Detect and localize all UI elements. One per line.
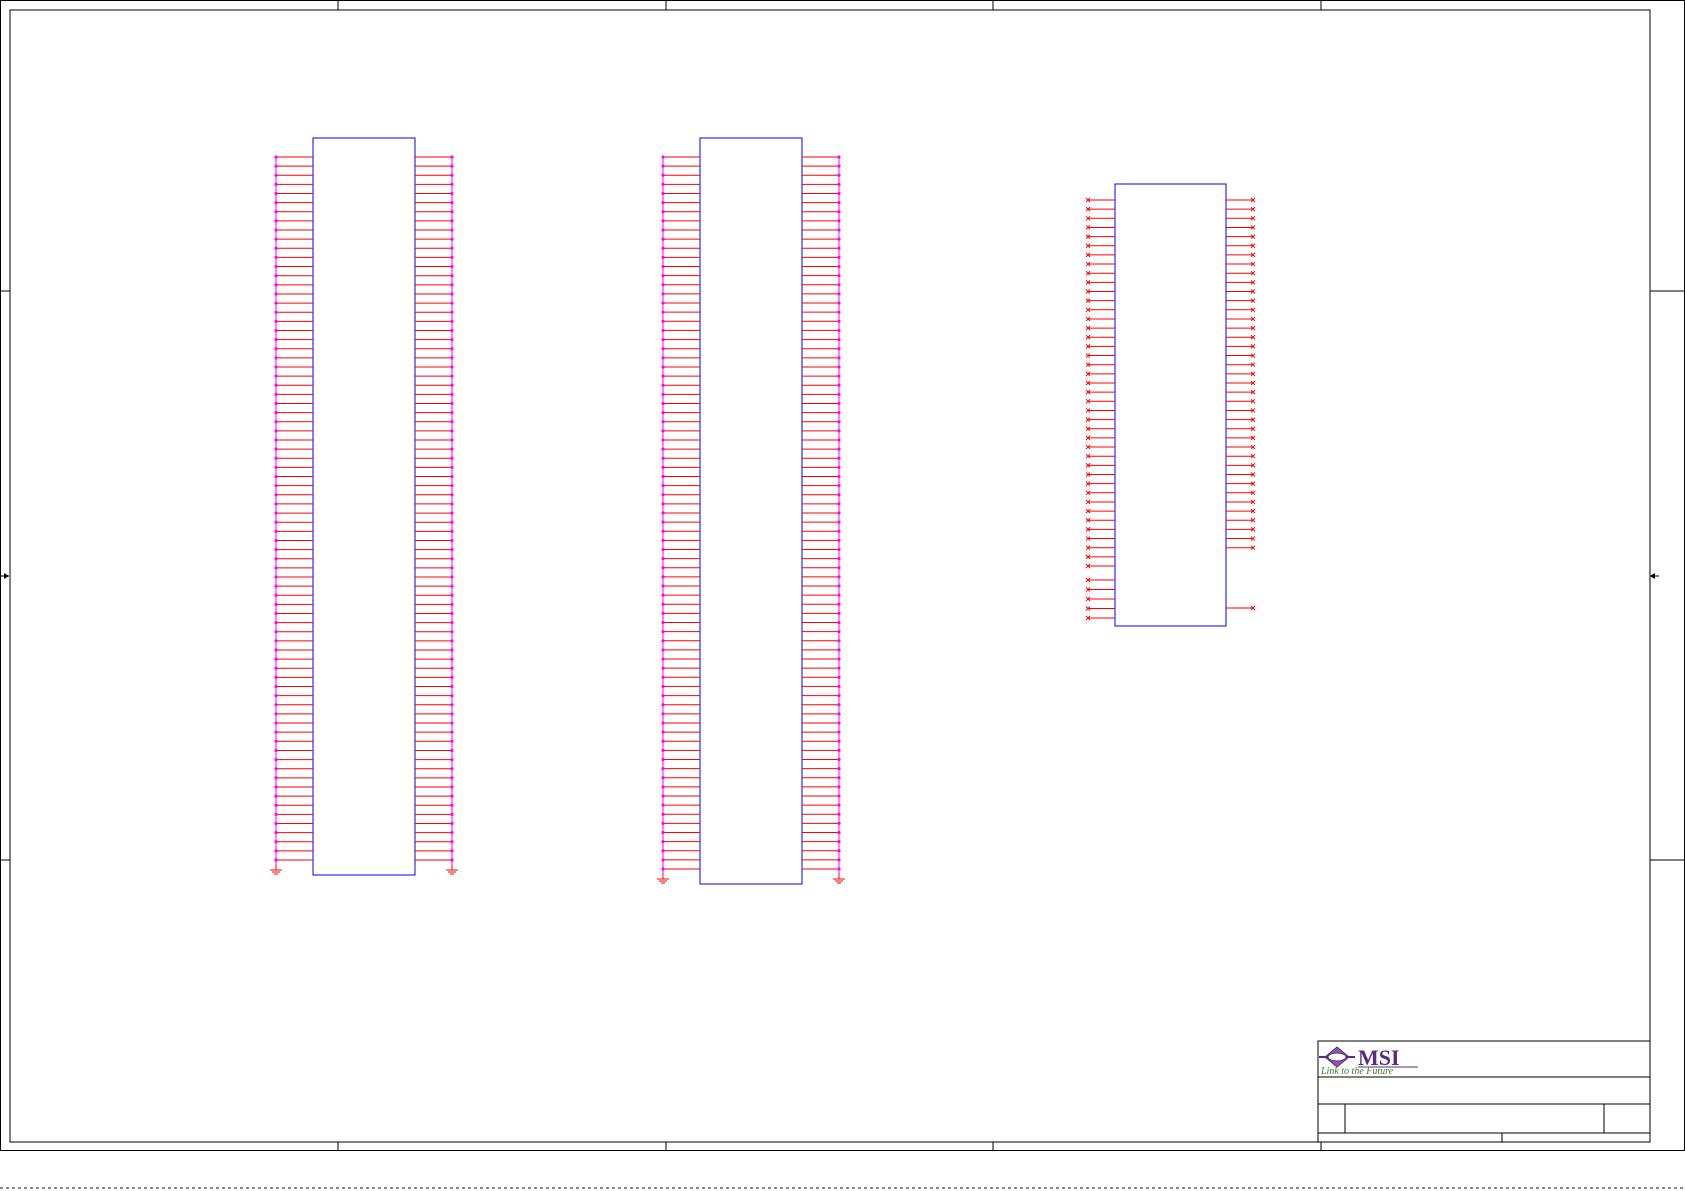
title-block: MSI Link to the Future [1317,1040,1651,1143]
ic-3-body [1114,183,1227,627]
center-arrow-right [1650,573,1659,579]
connector-1 [270,137,458,876]
msi-logo: MSI Link to the Future [1319,1045,1418,1077]
connector-2-ground-left-icon [657,873,669,884]
center-arrow-left [0,573,9,579]
connector-2 [657,137,845,885]
logo-tagline: Link to the Future [1320,1066,1394,1077]
ic-3 [1085,183,1256,627]
connector-2-ground-right-icon [833,873,845,884]
connector-2-body [699,137,803,885]
outer-border [0,0,1685,1151]
connector-1-ground-right-icon [446,864,458,875]
schematic-sheet: MSI Link to the Future [0,0,1685,1189]
diamond-emblem-icon [1319,1046,1355,1068]
connector-1-body [312,137,416,876]
zone-ticks [0,0,1684,1151]
inner-border [9,9,1651,1143]
connector-1-ground-left-icon [270,864,282,875]
